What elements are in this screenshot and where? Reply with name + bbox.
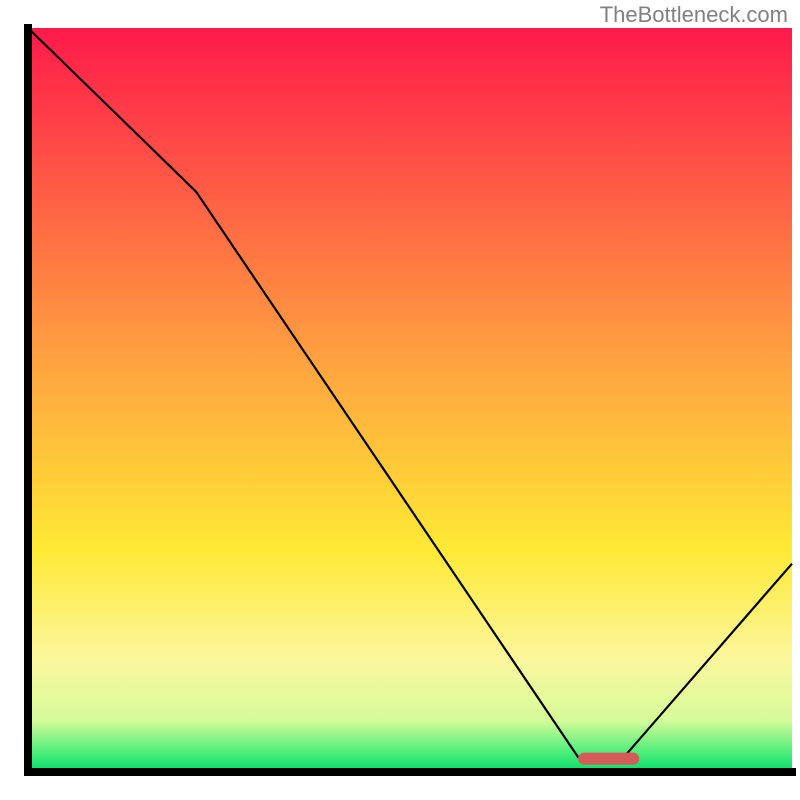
optimal-range-marker xyxy=(578,753,639,765)
chart-container: TheBottleneck.com xyxy=(0,0,800,800)
bottleneck-chart xyxy=(0,0,800,800)
attribution-text: TheBottleneck.com xyxy=(600,2,788,28)
